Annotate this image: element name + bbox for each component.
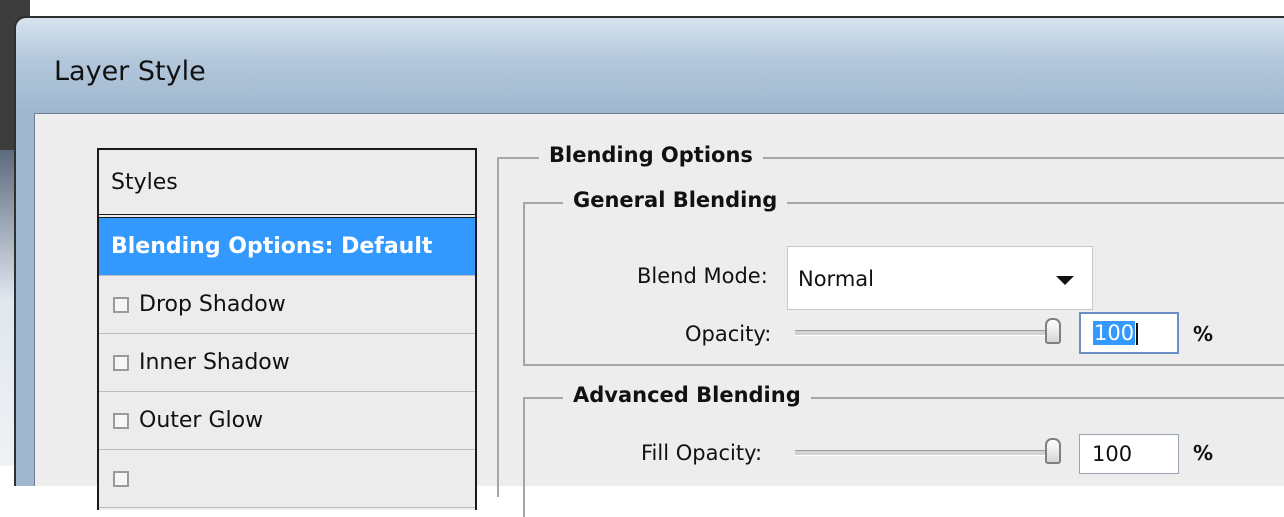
fill-opacity-label: Fill Opacity: bbox=[641, 441, 763, 465]
style-item-label: Blending Options: Default bbox=[111, 234, 433, 259]
inner-shadow-checkbox[interactable] bbox=[113, 354, 129, 371]
styles-header[interactable]: Styles bbox=[99, 150, 475, 218]
layer-style-dialog: Layer Style Styles Blending Options: Def… bbox=[14, 16, 1284, 517]
blend-mode-label: Blend Mode: bbox=[637, 264, 768, 288]
style-item-label: Inner Shadow bbox=[139, 350, 290, 375]
fill-opacity-input[interactable]: 100 bbox=[1079, 434, 1179, 474]
style-item-inner-shadow[interactable]: Inner Shadow bbox=[99, 334, 475, 392]
outer-glow-checkbox[interactable] bbox=[113, 412, 129, 429]
title-bar[interactable]: Layer Style bbox=[16, 18, 1284, 113]
style-item-blending-options[interactable]: Blending Options: Default bbox=[99, 218, 475, 276]
fill-opacity-slider-thumb[interactable] bbox=[1045, 438, 1061, 464]
styles-list: Styles Blending Options: Default Drop Sh… bbox=[97, 148, 477, 510]
fill-opacity-unit: % bbox=[1193, 441, 1214, 465]
dialog-content: Styles Blending Options: Default Drop Sh… bbox=[34, 113, 1284, 517]
style-item-label: Outer Glow bbox=[139, 408, 264, 433]
drop-shadow-checkbox[interactable] bbox=[113, 296, 129, 313]
opacity-input[interactable]: 100 bbox=[1079, 312, 1179, 354]
opacity-slider-thumb[interactable] bbox=[1045, 318, 1061, 344]
style-item-label: Drop Shadow bbox=[139, 292, 286, 317]
general-blending-title: General Blending bbox=[563, 188, 788, 212]
dropdown-arrow-icon bbox=[1056, 276, 1074, 285]
style-item-drop-shadow[interactable]: Drop Shadow bbox=[99, 276, 475, 334]
fill-opacity-slider-track[interactable] bbox=[795, 450, 1053, 456]
blend-mode-value: Normal bbox=[798, 267, 874, 291]
opacity-slider-track[interactable] bbox=[795, 330, 1053, 336]
style-item-outer-glow[interactable]: Outer Glow bbox=[99, 392, 475, 450]
blend-mode-select[interactable]: Normal bbox=[787, 246, 1093, 310]
advanced-blending-title: Advanced Blending bbox=[563, 383, 811, 407]
fill-opacity-value: 100 bbox=[1092, 442, 1133, 466]
opacity-value: 100 bbox=[1093, 321, 1136, 345]
opacity-label: Opacity: bbox=[685, 322, 772, 346]
partial-item-checkbox[interactable] bbox=[113, 470, 129, 487]
window-title: Layer Style bbox=[54, 56, 206, 87]
blending-options-title: Blending Options bbox=[539, 143, 763, 167]
style-item-partial[interactable] bbox=[99, 450, 475, 508]
text-caret bbox=[1136, 323, 1139, 345]
styles-header-label: Styles bbox=[111, 169, 178, 195]
opacity-unit: % bbox=[1193, 322, 1214, 346]
